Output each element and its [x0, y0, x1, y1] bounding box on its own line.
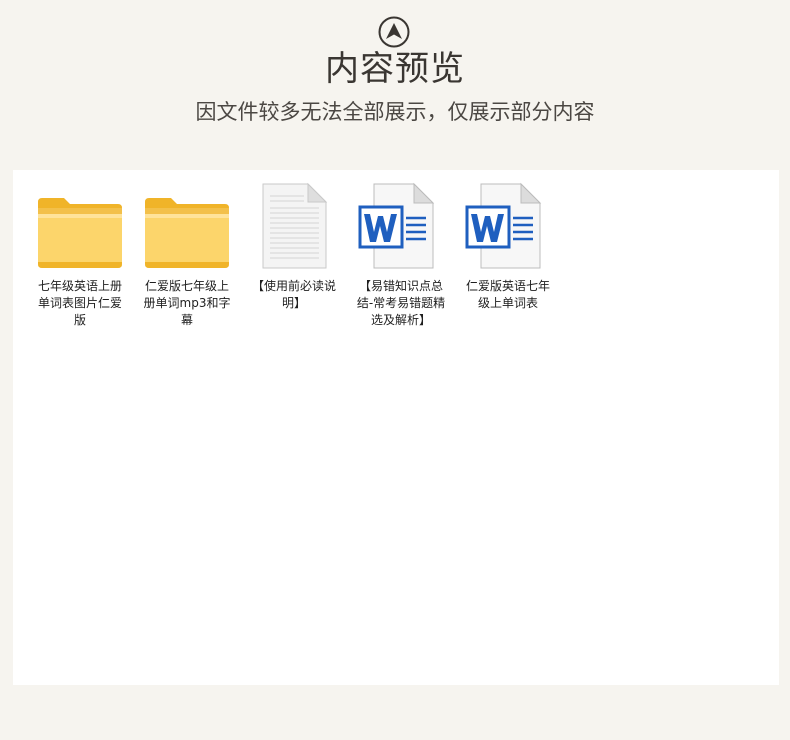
word-document-icon [351, 182, 451, 270]
folder-icon [30, 182, 130, 270]
file-item-folder-2[interactable]: 仁爱版七年级上册单词mp3和字幕 [137, 182, 237, 329]
file-name: 七年级英语上册单词表图片仁爱版 [37, 279, 122, 327]
preview-header: 内容预览 因文件较多无法全部展示，仅展示部分内容 [0, 0, 790, 170]
text-document-icon [244, 182, 344, 270]
file-item-text[interactable]: 【使用前必读说明】 [244, 182, 344, 312]
file-name: 仁爱版英语七年级上单词表 [465, 279, 550, 310]
folder-icon [137, 182, 237, 270]
collapse-up-icon[interactable] [378, 16, 410, 48]
page-title: 内容预览 [325, 49, 465, 89]
file-item-word-2[interactable]: 仁爱版英语七年级上单词表 [458, 182, 558, 312]
file-name: 仁爱版七年级上册单词mp3和字幕 [143, 279, 231, 327]
file-item-word-1[interactable]: 【易错知识点总结-常考易错题精选及解析】 [351, 182, 451, 329]
word-document-icon [458, 182, 558, 270]
file-item-folder-1[interactable]: 七年级英语上册单词表图片仁爱版 [30, 182, 130, 329]
file-preview-panel: 七年级英语上册单词表图片仁爱版 仁爱版七年级上册单词mp3和字幕 【使用前必读说… [13, 170, 779, 685]
file-name: 【使用前必读说明】 [251, 279, 336, 310]
page-subtitle: 因文件较多无法全部展示，仅展示部分内容 [195, 100, 595, 124]
file-name: 【易错知识点总结-常考易错题精选及解析】 [356, 279, 446, 327]
